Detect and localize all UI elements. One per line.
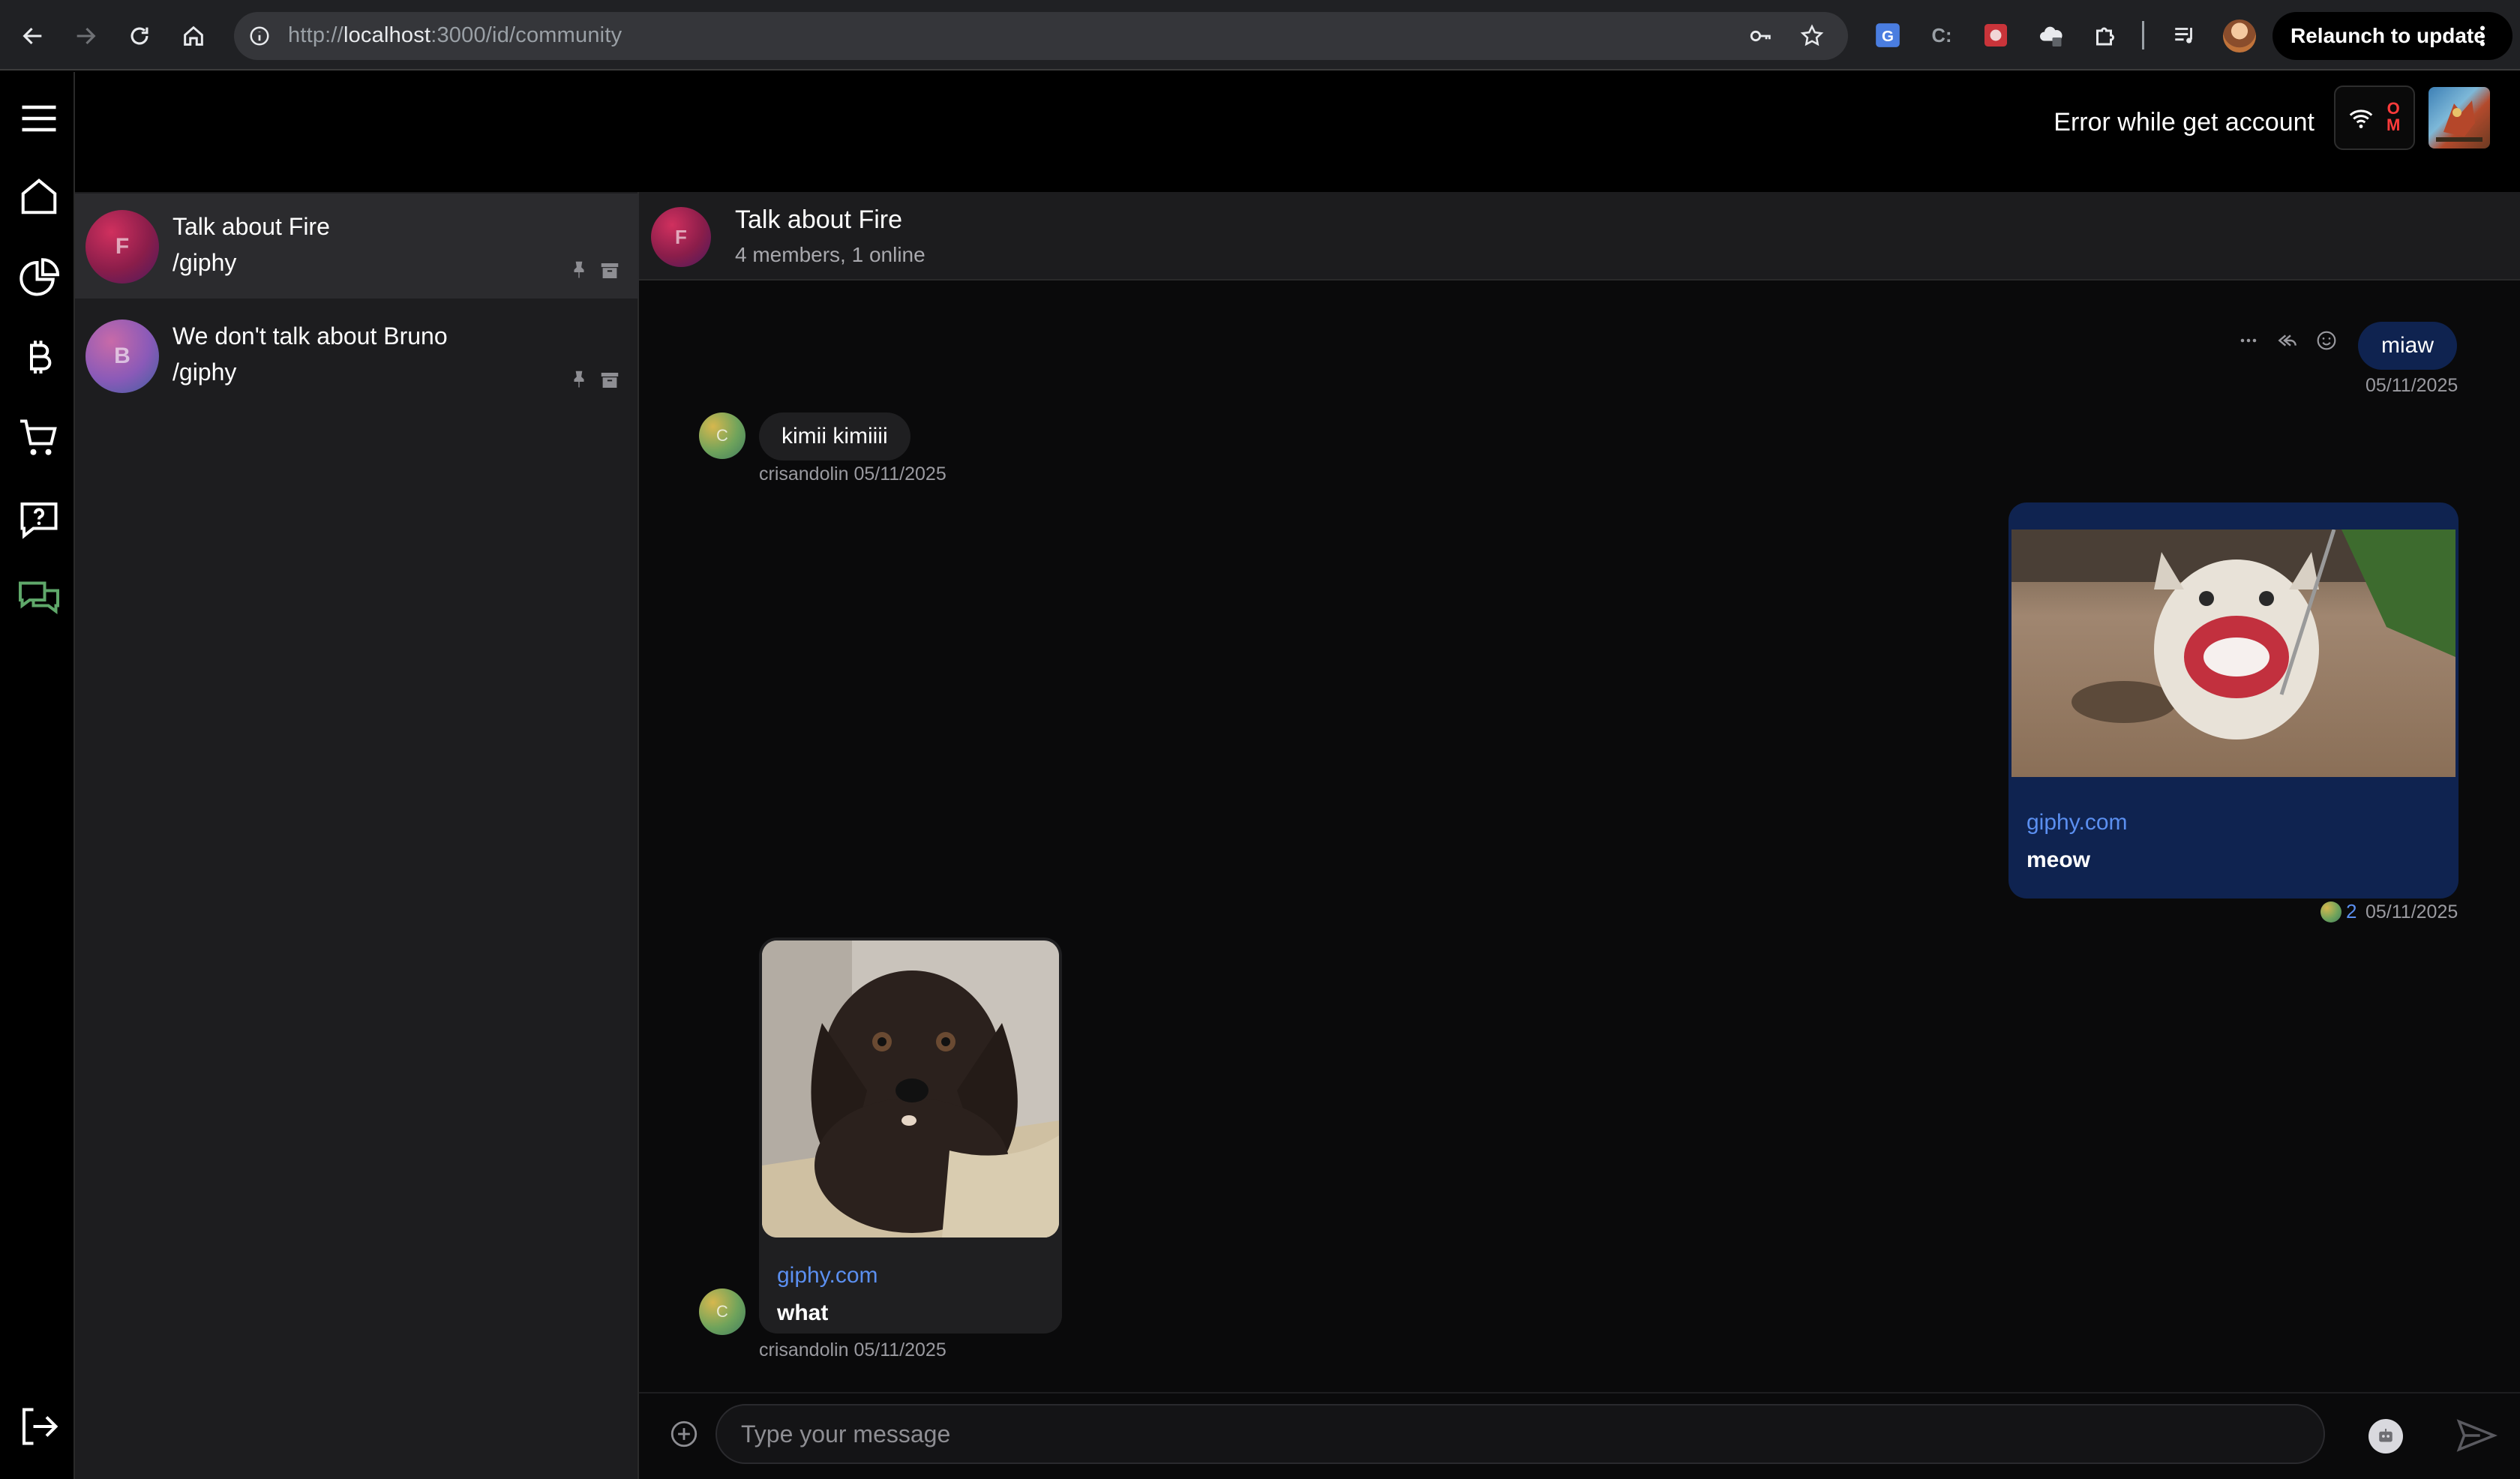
profile-avatar[interactable] <box>2223 20 2256 52</box>
message-list[interactable]: miaw 05/11/2025 C kimii kimiiii crisando… <box>639 280 2520 1392</box>
nav-shop[interactable] <box>15 414 63 462</box>
logout-button[interactable] <box>15 1402 63 1450</box>
chat-bubbles-icon <box>19 581 59 614</box>
channel-item[interactable]: F Talk about Fire /giphy <box>75 194 639 298</box>
gif-card-other[interactable]: giphy.com what <box>759 938 1062 1334</box>
send-button[interactable] <box>2452 1413 2500 1458</box>
shopping-cart-icon <box>20 419 57 455</box>
message-bubble-own[interactable]: miaw <box>2358 322 2457 370</box>
reactor-avatar <box>2320 901 2342 922</box>
reload-icon <box>130 27 148 45</box>
address-bar[interactable]: http://localhost:3000/id/community <box>234 12 1848 60</box>
svg-text:G: G <box>1882 28 1894 45</box>
pie-chart-icon <box>20 258 60 296</box>
hamburger-icon <box>22 105 56 132</box>
sender-avatar[interactable]: C <box>699 1288 746 1335</box>
red-extension-icon[interactable] <box>1978 18 2013 52</box>
home-button[interactable] <box>172 15 214 57</box>
message-meta: crisandolin 05/11/2025 <box>759 464 946 484</box>
message-bubble-other[interactable]: kimii kimiiii <box>759 412 910 460</box>
message-meta: crisandolin 05/11/2025 <box>759 1340 946 1360</box>
channel-name: Talk about Fire <box>172 213 330 240</box>
bitcoin-icon <box>30 340 52 374</box>
gif-source-link[interactable]: giphy.com <box>2026 810 2128 836</box>
arrow-left-icon <box>22 27 42 45</box>
channel-item[interactable]: B We don't talk about Bruno /giphy <box>75 303 639 408</box>
nav-community[interactable] <box>15 576 63 624</box>
user-avatar[interactable] <box>2428 87 2490 148</box>
home-icon <box>21 178 57 214</box>
nav-portfolio[interactable] <box>15 254 63 302</box>
add-attachment-button[interactable] <box>666 1416 702 1452</box>
back-button[interactable] <box>12 15 54 57</box>
more-options-icon[interactable] <box>2235 327 2262 354</box>
nav-rail <box>0 72 75 1479</box>
svg-text:C:: C: <box>1932 26 1952 46</box>
reaction-badge[interactable]: 2 <box>2320 900 2356 923</box>
code-extension-icon[interactable]: C: <box>1924 18 1959 52</box>
gif-card-own[interactable]: giphy.com meow <box>2008 502 2458 898</box>
conversation-member-count: 4 members, 1 online <box>735 243 926 266</box>
robot-icon <box>2379 1429 2392 1442</box>
arrow-right-icon <box>76 27 96 45</box>
cloud-extension-icon[interactable] <box>2034 18 2068 52</box>
forward-button[interactable] <box>64 15 106 57</box>
gif-caption: what <box>777 1300 829 1325</box>
channel-name: We don't talk about Bruno <box>172 322 448 350</box>
menu-button[interactable] <box>15 94 63 142</box>
message-input[interactable] <box>716 1404 2325 1464</box>
plus-circle-icon <box>670 1420 698 1448</box>
channel-last-message: /giphy <box>172 249 237 276</box>
connection-status[interactable]: O M <box>2334 86 2415 150</box>
relaunch-label: Relaunch to update <box>2290 24 2486 47</box>
browser-toolbar: http://localhost:3000/id/community G C: … <box>0 0 2520 70</box>
bot-commands-button[interactable] <box>2368 1419 2403 1454</box>
status-indicator: O M <box>2386 99 2401 134</box>
channel-avatar: B <box>86 320 159 393</box>
site-info-icon[interactable] <box>244 21 274 51</box>
url-text: http://localhost:3000/id/community <box>288 23 622 47</box>
gif-source-link[interactable]: giphy.com <box>777 1263 878 1288</box>
help-chat-icon <box>20 502 58 539</box>
emoji-reaction-icon[interactable] <box>2313 327 2340 354</box>
nav-home[interactable] <box>15 172 63 220</box>
channel-list: F Talk about Fire /giphy B We don't talk… <box>75 192 639 1479</box>
more-vertical-icon <box>2469 22 2496 50</box>
logout-icon <box>22 1408 58 1445</box>
reaction-count: 2 <box>2346 900 2357 922</box>
reload-button[interactable] <box>118 15 160 57</box>
channel-avatar: F <box>86 210 159 284</box>
media-queue-icon[interactable] <box>2168 18 2202 52</box>
wifi-icon <box>2348 105 2374 132</box>
conversation-header: F Talk about Fire 4 members, 1 online <box>639 192 2520 280</box>
dog-gif-image[interactable] <box>762 940 1059 1238</box>
pin-icon[interactable] <box>568 260 590 280</box>
message-timestamp: 05/11/2025 <box>2366 375 2458 396</box>
toolbar-separator <box>2142 21 2144 50</box>
cat-gif-image[interactable] <box>2012 530 2456 777</box>
password-key-icon[interactable] <box>1746 21 1776 51</box>
gif-caption: meow <box>2026 848 2091 872</box>
message-timestamp: 05/11/2025 <box>2366 902 2458 922</box>
bookmark-star-icon[interactable] <box>1797 21 1827 51</box>
sender-avatar[interactable]: C <box>699 412 746 459</box>
translate-extension-icon[interactable]: G <box>1870 18 1905 52</box>
app-header: Error while get account O M <box>75 72 2520 192</box>
conversation-avatar[interactable]: F <box>651 207 711 267</box>
channel-last-message: /giphy <box>172 358 237 386</box>
pin-icon[interactable] <box>568 369 590 390</box>
extensions-puzzle-icon[interactable] <box>2088 18 2122 52</box>
message-composer <box>639 1392 2520 1479</box>
nav-help[interactable] <box>15 495 63 543</box>
archive-icon[interactable] <box>598 260 621 282</box>
conversation-title[interactable]: Talk about Fire <box>735 206 902 235</box>
archive-icon[interactable] <box>598 369 621 392</box>
relaunch-to-update-button[interactable]: Relaunch to update <box>2272 12 2512 60</box>
nav-crypto[interactable] <box>15 334 63 382</box>
reply-icon[interactable] <box>2274 327 2301 354</box>
home-icon <box>184 26 203 46</box>
account-error-text: Error while get account <box>2054 108 2314 136</box>
send-icon <box>2456 1419 2498 1452</box>
